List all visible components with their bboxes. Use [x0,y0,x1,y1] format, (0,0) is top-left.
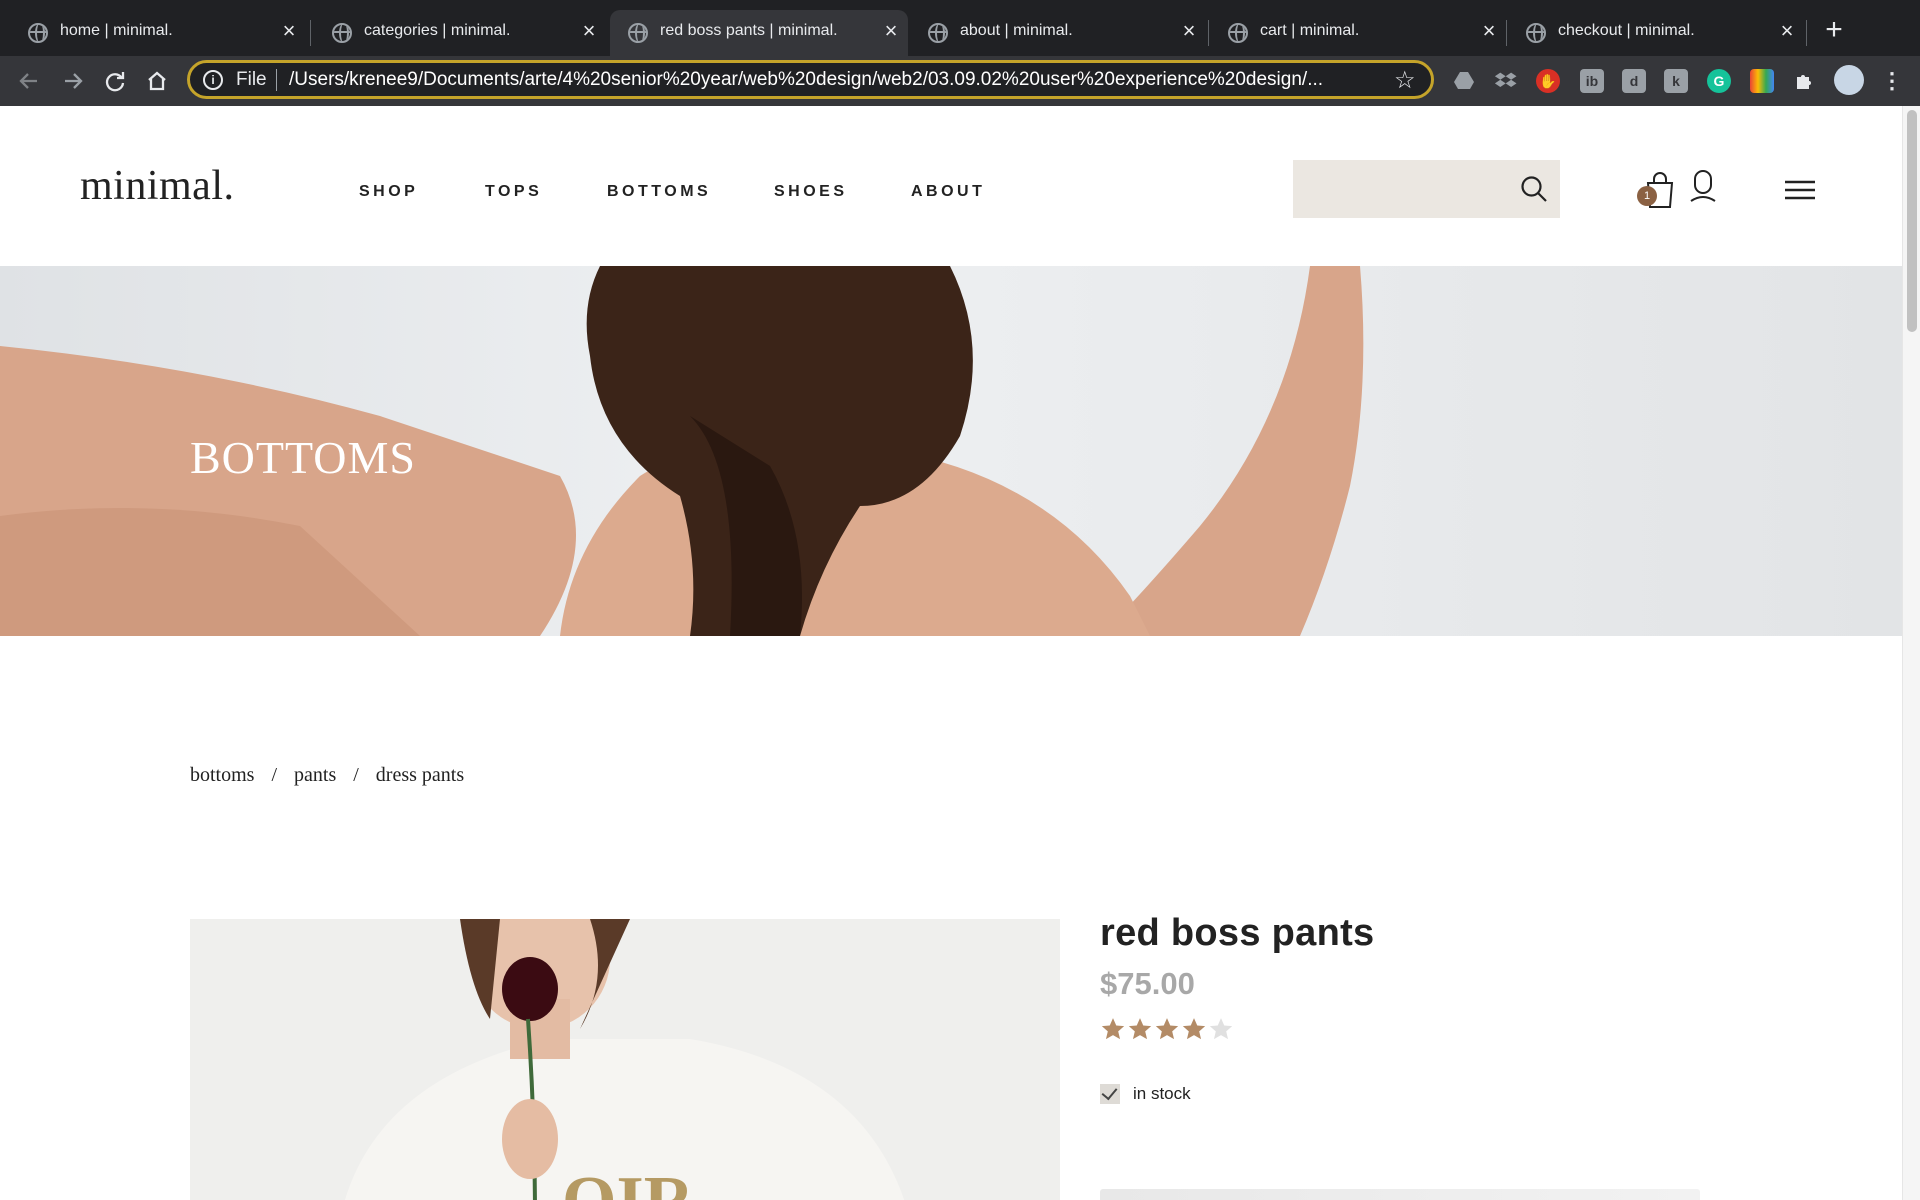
tab-checkout[interactable]: checkout | minimal. × [1508,10,1804,56]
webpage: minimal. SHOP TOPS BOTTOMS SHOES ABOUT 1 [0,106,1920,1200]
globe-icon [28,23,48,43]
close-icon[interactable]: × [1476,18,1502,44]
tab-title: categories | minimal. [364,22,511,39]
url-scheme-label: File [236,69,267,90]
breadcrumb-separator: / [271,764,278,786]
nav-tops[interactable]: TOPS [485,183,542,201]
tab-about[interactable]: about | minimal. × [910,10,1206,56]
bookmark-star-icon[interactable]: ☆ [1394,66,1420,94]
d-extension-icon[interactable]: d [1622,69,1646,93]
ib-extension-icon[interactable]: ib [1580,69,1604,93]
nav-shoes[interactable]: SHOES [774,183,848,201]
product-description-cutoff [1100,1189,1700,1200]
breadcrumb-current-dress-pants: dress pants [375,764,465,786]
address-divider [276,69,277,91]
puzzle-extensions-icon[interactable] [1793,69,1817,93]
profile-avatar[interactable] [1834,65,1864,95]
hamburger-menu-icon[interactable] [1784,179,1816,201]
sweater-print: OIR [562,1163,696,1200]
star-filled-icon [1128,1018,1152,1040]
hero-title: BOTTOMS [190,432,416,483]
hero-banner: BOTTOMS [0,266,1902,636]
tab-divider [1506,20,1507,46]
tab-divider [310,20,311,46]
tab-title: cart | minimal. [1260,22,1360,39]
color-picker-extension-icon[interactable] [1750,69,1774,93]
globe-icon [928,23,948,43]
product-image[interactable]: OIR [190,919,1060,1200]
browser-tab-strip: home | minimal. × categories | minimal. … [0,0,1920,56]
new-tab-plus-icon[interactable]: + [1818,14,1850,46]
close-icon[interactable]: × [1176,18,1202,44]
stop-hand-extension-icon[interactable]: ✋ [1536,69,1560,93]
nav-bottoms[interactable]: BOTTOMS [607,183,711,201]
globe-icon [332,23,352,43]
tab-title: checkout | minimal. [1558,22,1695,39]
tab-divider [1208,20,1209,46]
close-icon[interactable]: × [276,18,302,44]
dropbox-extension-icon[interactable] [1494,69,1518,93]
search-icon[interactable] [1519,174,1549,204]
star-empty-icon [1209,1018,1233,1040]
close-icon[interactable]: × [1774,18,1800,44]
page-scrollbar[interactable] [1902,106,1920,1200]
close-icon[interactable]: × [878,18,904,44]
drive-extension-icon[interactable] [1452,69,1476,93]
tab-title: about | minimal. [960,22,1073,39]
more-menu-icon[interactable]: ⋮ [1880,69,1904,93]
tab-title: home | minimal. [60,22,173,39]
tab-red-boss-pants[interactable]: red boss pants | minimal. × [610,10,908,56]
product-photo: OIR [190,919,1060,1200]
stock-label: in stock [1133,1084,1191,1103]
url-text[interactable]: /Users/krenee9/Documents/arte/4%20senior… [289,69,1329,91]
address-bar[interactable]: i File /Users/krenee9/Documents/arte/4%2… [187,60,1434,99]
nav-about[interactable]: ABOUT [911,183,985,201]
star-filled-icon [1182,1018,1206,1040]
tab-cart[interactable]: cart | minimal. × [1210,10,1506,56]
reload-icon[interactable] [98,64,132,98]
globe-icon [628,23,648,43]
breadcrumb-link-pants[interactable]: pants [294,764,336,786]
forward-arrow-icon[interactable] [56,64,90,98]
tab-title: red boss pants | minimal. [660,22,838,39]
close-icon[interactable]: × [576,18,602,44]
product-name: red boss pants [1100,912,1375,954]
star-filled-icon [1155,1018,1179,1040]
globe-icon [1228,23,1248,43]
search-input[interactable] [1293,160,1513,218]
scrollbar-thumb[interactable] [1907,110,1917,332]
tab-divider [1806,20,1807,46]
tab-categories[interactable]: categories | minimal. × [314,10,606,56]
info-icon[interactable]: i [203,70,223,90]
product-price: $75.00 [1100,966,1195,1001]
tab-home[interactable]: home | minimal. × [10,10,306,56]
site-logo[interactable]: minimal. [80,162,235,210]
k-extension-icon[interactable]: k [1664,69,1688,93]
home-icon[interactable] [140,64,174,98]
grammarly-extension-icon[interactable]: G [1707,69,1731,93]
breadcrumb: bottoms / pants / dress pants [190,764,476,787]
globe-icon [1526,23,1546,43]
breadcrumb-separator: / [353,764,359,786]
browser-toolbar: i File /Users/krenee9/Documents/arte/4%2… [0,56,1920,106]
stock-status: in stock [1100,1084,1191,1104]
rating-stars [1100,1016,1235,1042]
breadcrumb-link-bottoms[interactable]: bottoms [190,764,254,786]
back-arrow-icon[interactable] [12,64,46,98]
star-filled-icon [1101,1018,1125,1040]
user-account-icon[interactable] [1688,168,1718,204]
search-box [1293,160,1560,218]
cart-count-badge: 1 [1637,186,1657,206]
in-stock-checkbox[interactable] [1100,1084,1120,1104]
nav-shop[interactable]: SHOP [359,183,418,201]
